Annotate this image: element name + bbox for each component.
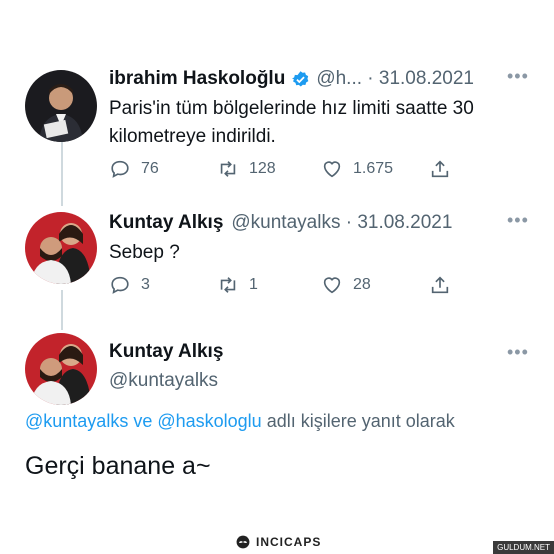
retweet-icon [220, 277, 236, 293]
reply-button[interactable]: 3 [109, 274, 150, 296]
share-button[interactable] [429, 158, 451, 180]
tweet-text: Gerçi banane a~ [25, 452, 211, 480]
tweet-text: Sebep ? [109, 242, 180, 263]
mention-link[interactable]: @kuntayalks [25, 411, 128, 431]
like-count: 1.675 [353, 160, 394, 177]
author-handle[interactable]: @kuntayalks [109, 370, 218, 392]
share-icon [431, 276, 449, 294]
reply-count: 3 [141, 276, 150, 293]
tweet-text-line: kilometreye indirildi. [109, 126, 276, 147]
reply-context-and: ve [128, 411, 158, 431]
reply-count: 76 [141, 160, 159, 177]
brand-name: INCICAPS [256, 535, 322, 549]
reply-context: @kuntayalks ve @haskologlu adlı kişilere… [25, 411, 455, 432]
retweet-icon [220, 161, 236, 177]
more-options-icon[interactable]: ••• [507, 66, 529, 87]
tweet-text-line: Paris'in tüm bölgelerinde hız limiti saa… [109, 98, 474, 119]
more-options-icon[interactable]: ••• [507, 210, 529, 231]
share-icon [431, 160, 449, 178]
share-button[interactable] [429, 274, 451, 296]
author-name[interactable]: Kuntay Alkış [109, 212, 223, 234]
avatar[interactable] [25, 70, 97, 142]
brand-logo: INCICAPS [236, 535, 321, 549]
reply-context-suffix: adlı kişilere yanıt olarak [261, 411, 455, 431]
mustache-icon [236, 535, 250, 549]
retweet-button[interactable]: 128 [217, 158, 276, 180]
thread-line [61, 290, 63, 330]
avatar[interactable] [25, 212, 97, 284]
heart-icon [323, 277, 341, 294]
reply-icon [111, 276, 129, 294]
heart-icon [323, 161, 341, 178]
like-button[interactable]: 1.675 [321, 158, 393, 180]
avatar[interactable] [25, 333, 97, 405]
handle-and-date[interactable]: @kuntayalks · 31.08.2021 [231, 212, 452, 234]
watermark: GULDUM.NET [493, 541, 554, 554]
reply-icon [111, 160, 129, 178]
author-name[interactable]: Kuntay Alkış [109, 341, 223, 363]
thread-line [61, 142, 63, 206]
handle-and-date[interactable]: @h... · 31.08.2021 [316, 68, 474, 90]
verified-badge-icon [291, 70, 310, 89]
retweet-button[interactable]: 1 [217, 274, 258, 296]
like-button[interactable]: 28 [321, 274, 371, 296]
retweet-count: 128 [249, 160, 276, 177]
retweet-count: 1 [249, 276, 258, 293]
author-name[interactable]: ibrahim Haskoloğlu [109, 68, 285, 90]
mention-link[interactable]: @haskologlu [157, 411, 261, 431]
more-options-icon[interactable]: ••• [507, 342, 529, 363]
like-count: 28 [353, 276, 371, 293]
reply-button[interactable]: 76 [109, 158, 159, 180]
